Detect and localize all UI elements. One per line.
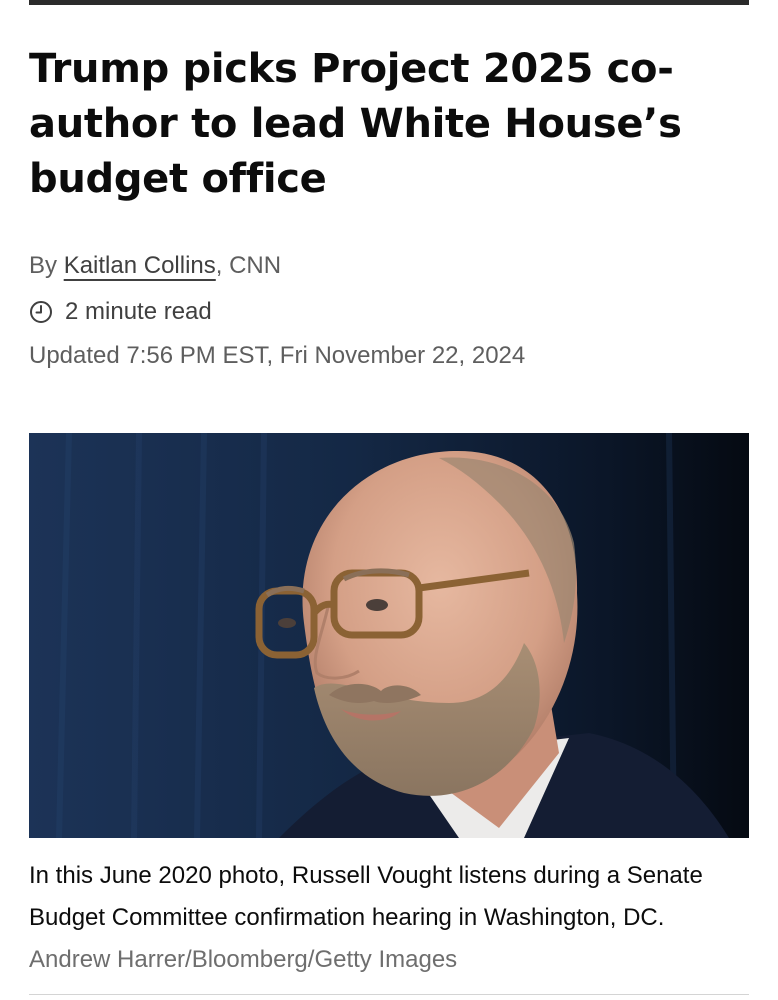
- byline-outlet: , CNN: [215, 252, 282, 279]
- byline-prefix: By: [29, 252, 64, 279]
- byline: By Kaitlan Collins, CNN: [29, 252, 281, 280]
- photo-credit: Andrew Harrer/Bloomberg/Getty Images: [29, 946, 458, 973]
- article-page: Trump picks Project 2025 co-author to le…: [0, 0, 778, 1000]
- top-divider: [29, 0, 749, 5]
- updated-timestamp: Updated 7:56 PM EST, Fri November 22, 20…: [29, 342, 526, 369]
- clock-icon: [29, 300, 53, 324]
- article-photo: [29, 433, 749, 838]
- author-link[interactable]: Kaitlan Collins: [64, 252, 216, 279]
- read-time-label: 2 minute read: [65, 298, 212, 325]
- bottom-divider: [29, 994, 749, 995]
- portrait-image: [29, 433, 749, 838]
- article-headline: Trump picks Project 2025 co-author to le…: [29, 46, 682, 202]
- caption-text: In this June 2020 photo, Russell Vought …: [29, 862, 703, 931]
- photo-caption: In this June 2020 photo, Russell Vought …: [29, 855, 749, 981]
- read-time: 2 minute read: [29, 298, 212, 326]
